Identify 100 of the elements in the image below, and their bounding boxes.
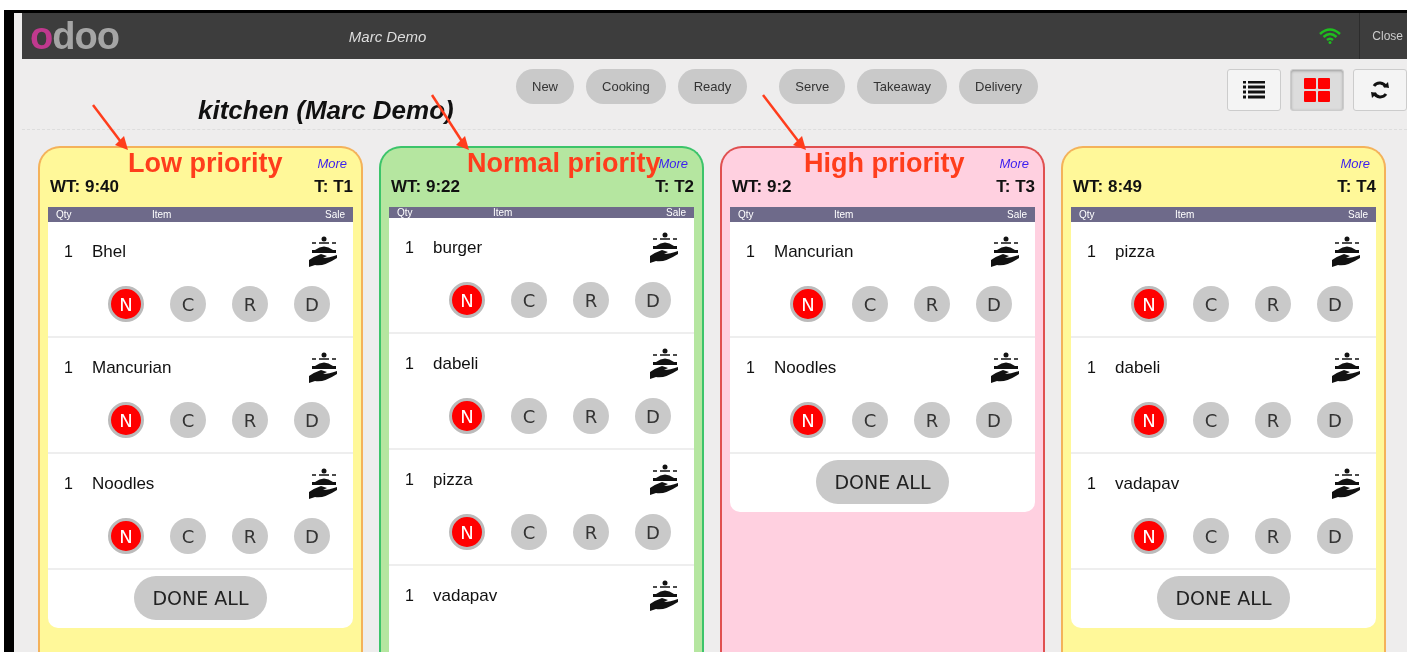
status-button[interactable]: D — [1317, 402, 1353, 438]
status-button[interactable]: R — [914, 402, 950, 438]
column-header: Item — [833, 209, 855, 220]
status-button[interactable]: D — [294, 402, 330, 438]
item-quantity: 1 — [1087, 243, 1097, 261]
column-header: Qty — [738, 209, 755, 220]
wifi-icon — [1319, 28, 1342, 44]
item-name: Bhel — [92, 242, 128, 262]
item-quantity: 1 — [746, 359, 756, 377]
list-view-button[interactable] — [1227, 69, 1281, 111]
item-quantity: 1 — [1087, 359, 1097, 377]
priority-annotation: Low priority — [128, 150, 283, 177]
user-name: Marc Demo — [348, 27, 428, 45]
status-button[interactable]: N — [108, 518, 144, 554]
item-name: Noodles — [92, 474, 156, 494]
done-all-button[interactable]: DONE ALL — [816, 460, 949, 504]
item-quantity: 1 — [405, 471, 415, 489]
item-name: pizza — [433, 470, 474, 490]
status-button[interactable]: D — [976, 286, 1012, 322]
annotation-arrow — [762, 94, 806, 150]
status-button[interactable]: N — [1131, 518, 1167, 554]
column-header: Item — [151, 209, 173, 220]
table-number: T: T2 — [655, 177, 694, 197]
status-button[interactable]: R — [1255, 402, 1291, 438]
column-header: Item — [492, 207, 514, 218]
wait-time: WT: 9:40 — [50, 177, 119, 197]
wait-time: WT: 8:49 — [1073, 177, 1142, 197]
table-number: T: T1 — [314, 177, 353, 197]
status-button[interactable]: D — [635, 282, 671, 318]
status-button[interactable]: R — [573, 514, 609, 550]
status-button[interactable]: N — [108, 286, 144, 322]
more-link[interactable]: More — [999, 156, 1029, 171]
status-button[interactable]: N — [108, 402, 144, 438]
filter-button[interactable]: Ready — [677, 68, 748, 104]
status-button[interactable]: C — [511, 282, 547, 318]
item-quantity: 1 — [64, 243, 74, 261]
item-name: Noodles — [774, 358, 838, 378]
filter-button[interactable]: Serve — [779, 68, 846, 104]
status-button[interactable]: D — [635, 398, 671, 434]
status-button[interactable]: D — [635, 514, 671, 550]
filter-button[interactable]: Cooking — [586, 68, 666, 104]
status-button[interactable]: R — [232, 286, 268, 322]
status-button[interactable]: D — [976, 402, 1012, 438]
table-number: T: T4 — [1337, 177, 1376, 197]
priority-annotation: Normal priority — [467, 150, 661, 177]
status-button[interactable]: C — [511, 398, 547, 434]
status-button[interactable]: C — [170, 402, 206, 438]
done-all-button[interactable]: DONE ALL — [134, 576, 267, 620]
priority-annotation: High priority — [804, 150, 965, 177]
status-button[interactable]: D — [1317, 518, 1353, 554]
item-quantity: 1 — [746, 243, 756, 261]
status-button[interactable]: D — [1317, 286, 1353, 322]
refresh-view-button[interactable] — [1353, 69, 1407, 111]
item-name: vadapav — [1115, 474, 1181, 494]
status-button[interactable]: R — [573, 398, 609, 434]
status-button[interactable]: D — [294, 518, 330, 554]
status-button[interactable]: R — [232, 402, 268, 438]
status-button[interactable]: N — [449, 282, 485, 318]
status-button[interactable]: C — [170, 518, 206, 554]
filter-button[interactable]: New — [516, 68, 574, 104]
item-name: vadapav — [433, 586, 499, 606]
status-button[interactable]: N — [449, 514, 485, 550]
status-button[interactable]: C — [852, 402, 888, 438]
item-quantity: 1 — [405, 587, 415, 605]
status-button[interactable]: R — [1255, 518, 1291, 554]
status-button[interactable]: N — [790, 286, 826, 322]
column-header: Qty — [1079, 209, 1096, 220]
column-header: Qty — [56, 209, 73, 220]
item-name: Mancurian — [774, 242, 855, 262]
status-button[interactable]: N — [1131, 286, 1167, 322]
more-link[interactable]: More — [317, 156, 347, 171]
status-button[interactable]: R — [573, 282, 609, 318]
status-button[interactable]: C — [1193, 286, 1229, 322]
close-button[interactable]: Close — [1359, 13, 1407, 59]
item-quantity: 1 — [405, 355, 415, 373]
more-link[interactable]: More — [1340, 156, 1370, 171]
column-header: Sale — [324, 209, 345, 220]
filter-button[interactable]: Delivery — [959, 68, 1039, 104]
status-button[interactable]: R — [232, 518, 268, 554]
grid-icon — [1304, 78, 1330, 102]
item-name: dabeli — [433, 354, 480, 374]
list-icon — [1243, 81, 1265, 99]
column-header: Sale — [1347, 209, 1368, 220]
status-button[interactable]: C — [852, 286, 888, 322]
status-button[interactable]: N — [1131, 402, 1167, 438]
status-button[interactable]: N — [449, 398, 485, 434]
status-button[interactable]: C — [1193, 402, 1229, 438]
filter-button[interactable]: Takeaway — [857, 68, 948, 104]
status-button[interactable]: N — [790, 402, 826, 438]
item-name: dabeli — [1115, 358, 1162, 378]
status-button[interactable]: C — [170, 286, 206, 322]
status-button[interactable]: D — [294, 286, 330, 322]
grid-view-button[interactable] — [1290, 69, 1344, 111]
column-header: Qty — [397, 207, 414, 218]
status-button[interactable]: C — [1193, 518, 1229, 554]
annotation-arrow — [92, 104, 128, 150]
status-button[interactable]: C — [511, 514, 547, 550]
done-all-button[interactable]: DONE ALL — [1157, 576, 1290, 620]
status-button[interactable]: R — [1255, 286, 1291, 322]
status-button[interactable]: R — [914, 286, 950, 322]
